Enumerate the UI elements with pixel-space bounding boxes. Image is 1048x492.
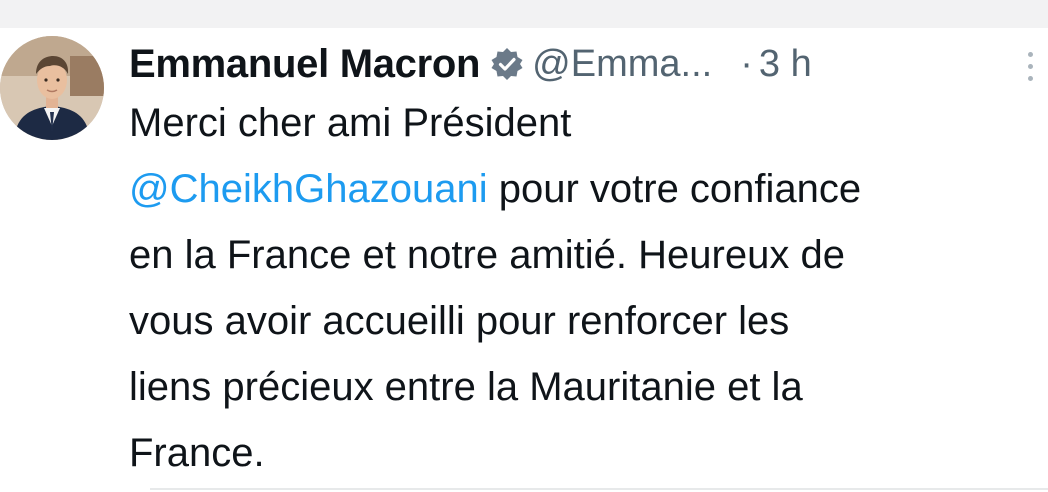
top-bar bbox=[0, 0, 1048, 28]
author-handle[interactable]: @Emma bbox=[532, 43, 680, 86]
tweet-text-line: en la France et notre amitié. Heureux de bbox=[129, 233, 845, 277]
mention-link[interactable]: @CheikhGhazouani bbox=[129, 167, 488, 211]
tweet-card[interactable]: Emmanuel Macron @Emma... · 3 h Merci che… bbox=[0, 28, 1048, 492]
tweet-text-line: vous avoir accueilli pour renforcer les bbox=[129, 299, 790, 343]
timestamp-separator: · bbox=[740, 42, 753, 85]
tweet-text-line: @CheikhGhazouani pour votre confiance bbox=[129, 156, 1048, 222]
author-display-name[interactable]: Emmanuel Macron bbox=[129, 42, 480, 87]
more-options-icon[interactable] bbox=[1026, 52, 1036, 88]
verified-badge-icon bbox=[490, 47, 524, 81]
tweet-text-line: liens précieux entre la Mauritanie et la bbox=[129, 365, 803, 409]
tweet-text-line: France. bbox=[129, 431, 265, 475]
tweet-text: Merci cher ami Président @CheikhGhazouan… bbox=[129, 90, 1048, 486]
tweet-text-line: Merci cher ami Président bbox=[129, 101, 572, 145]
avatar[interactable] bbox=[0, 36, 104, 140]
avatar-photo bbox=[0, 36, 104, 140]
divider bbox=[150, 488, 1048, 490]
handle-ellipsis: ... bbox=[680, 42, 713, 85]
tweet-header: Emmanuel Macron @Emma... · 3 h bbox=[129, 32, 812, 96]
tweet-timestamp[interactable]: 3 h bbox=[759, 43, 812, 86]
tweet-text-segment: pour votre confiance bbox=[498, 167, 862, 211]
